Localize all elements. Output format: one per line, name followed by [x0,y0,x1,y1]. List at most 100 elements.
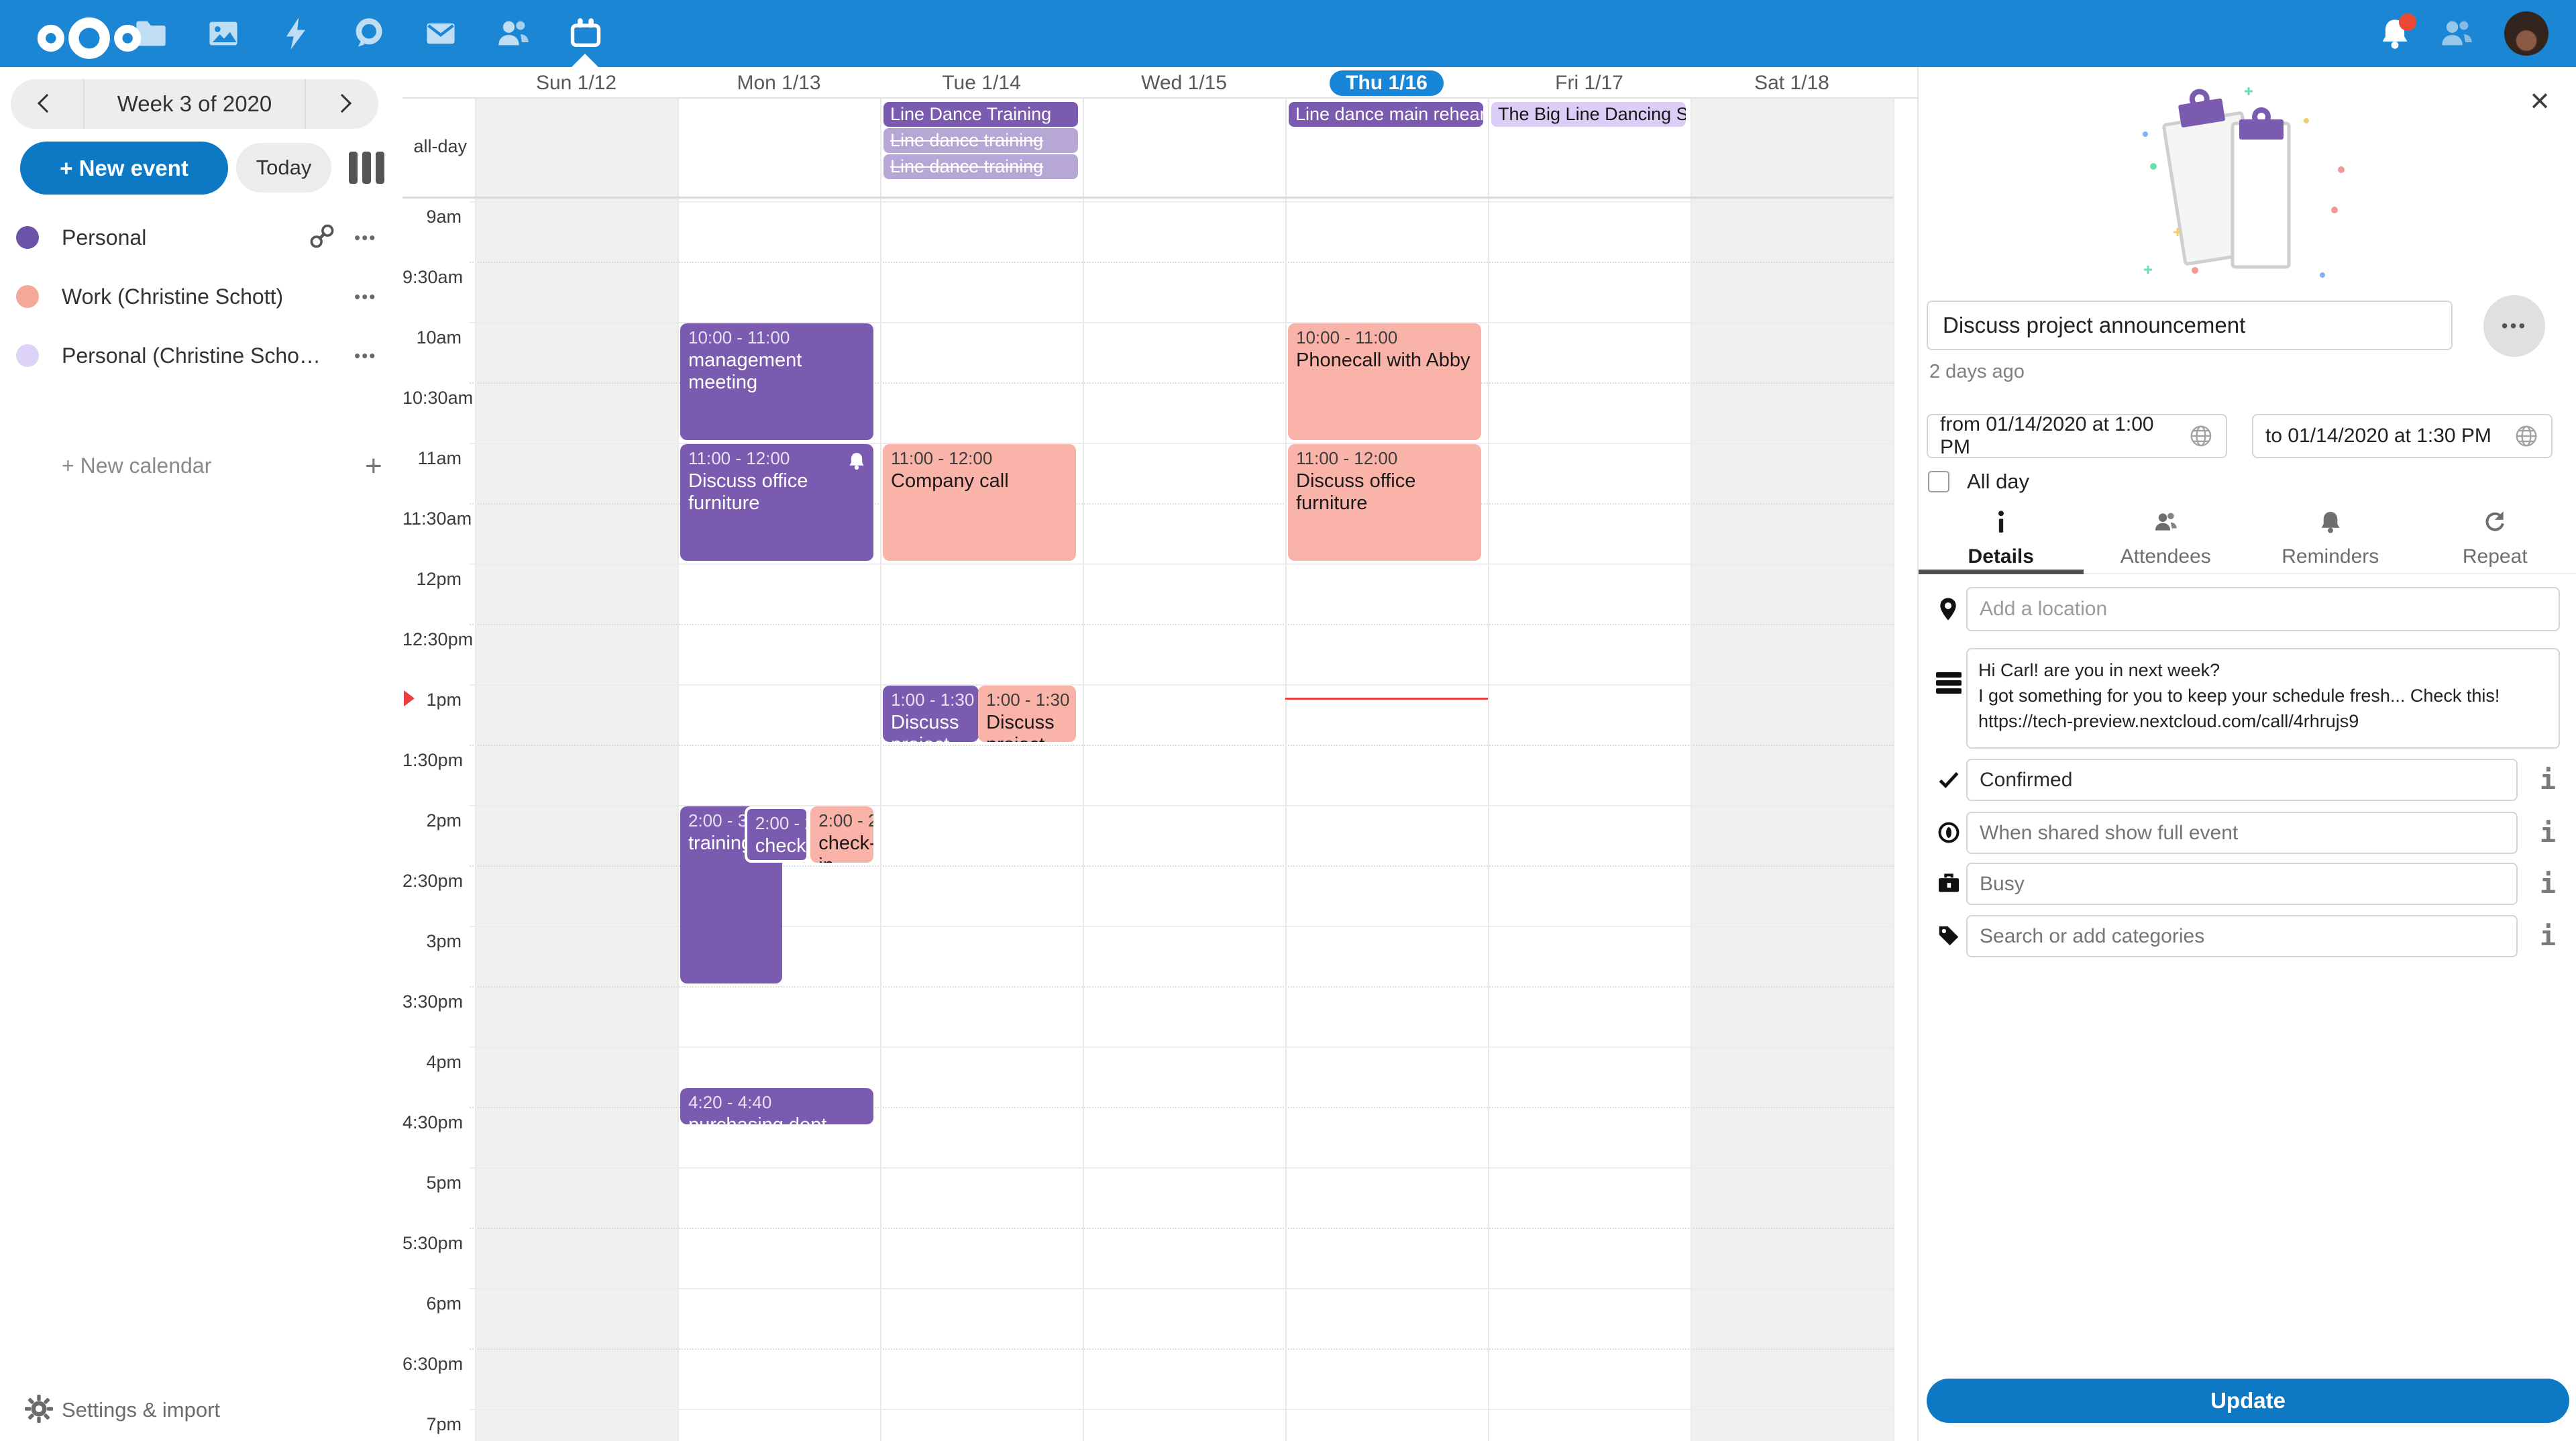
event[interactable]: 11:00 - 12:00Discuss office furniture [680,444,873,561]
app-mail[interactable] [423,16,458,51]
day-header[interactable]: Mon 1/13 [678,67,880,99]
location-input[interactable] [1966,587,2560,631]
calendar-menu-button[interactable]: ••• [354,227,376,248]
calendar-menu-button[interactable]: ••• [354,286,376,307]
event[interactable]: 1:00 - 1:30Discuss project announcement [883,686,979,742]
time-axis-label: 3pm [402,931,462,952]
column-divider [1285,67,1287,1441]
new-event-button[interactable]: + New event [20,142,228,195]
start-datetime-field[interactable]: from 01/14/2020 at 1:00 PM [1927,414,2227,458]
tab-reminders[interactable]: Reminders [2248,504,2413,573]
app-files[interactable] [133,16,168,51]
today-header-pill: Thu 1/16 [1330,70,1444,96]
description-textarea[interactable]: Hi Carl! are you in next week? I got som… [1966,648,2560,749]
event[interactable]: 1:00 - 1:30Discuss project [978,686,1076,742]
user-avatar[interactable] [2504,11,2548,56]
day-header[interactable]: Sat 1/18 [1690,67,1893,99]
event-title-input[interactable] [1927,301,2453,350]
detail-select[interactable]: Busy [1966,863,2518,905]
event[interactable]: 10:00 - 11:00management meeting [680,323,873,440]
app-contacts[interactable] [496,16,531,51]
allday-event[interactable]: Line dance training [883,128,1078,153]
app-talk[interactable] [351,16,386,51]
all-day-checkbox[interactable] [1928,471,1949,492]
event[interactable]: 10:00 - 11:00Phonecall with Abby [1288,323,1481,440]
calendar-list-item[interactable]: Personal••• [0,208,402,267]
tab-details[interactable]: Details [1919,504,2084,573]
allday-event[interactable]: Line dance main rehearsal [1289,102,1483,127]
update-button[interactable]: Update [1927,1379,2569,1423]
description-icon [1936,672,1962,694]
previous-week-button[interactable] [11,79,85,129]
timezone-globe-icon[interactable] [2188,423,2214,449]
detail-select[interactable]: When shared show full event [1966,812,2518,854]
event[interactable]: 11:00 - 12:00Discuss office furniture [1288,444,1481,561]
all-day-toggle[interactable]: All day [1928,470,2029,494]
event-title: Discuss project announcement [891,712,971,742]
more-actions-button[interactable]: ••• [2483,295,2545,357]
settings-import-button[interactable]: Settings & import [0,1390,402,1433]
info-icon[interactable]: i [2533,868,2563,900]
detail-select[interactable]: Confirmed [1966,759,2518,801]
contacts-menu-button[interactable] [2439,16,2474,51]
today-button[interactable]: Today [236,143,331,193]
timezone-globe-icon[interactable] [2514,423,2539,449]
time-axis-label: 4pm [402,1052,462,1073]
tab-repeat[interactable]: Repeat [2413,504,2576,573]
event-time: 4:20 - 4:40 [688,1092,865,1113]
notification-dot [2399,13,2416,31]
event[interactable]: 4:20 - 4:40purchasing dept [680,1088,873,1124]
info-icon[interactable]: i [2533,817,2563,849]
end-datetime-field[interactable]: to 01/14/2020 at 1:30 PM [2252,414,2553,458]
view-toggle-button[interactable] [349,152,389,184]
detail-select[interactable]: Search or add categories [1966,915,2518,957]
time-axis-label: 5:30pm [402,1233,462,1254]
week-label[interactable]: Week 3 of 2020 [85,91,305,117]
event-time: 1:00 - 1:30 [986,690,1068,710]
detail-row: Busyi [1919,863,2576,905]
app-calendar[interactable] [568,16,603,51]
event-time: 1:00 - 1:30 [891,690,971,710]
info-icon[interactable]: i [2533,920,2563,953]
info-icon[interactable]: i [2533,764,2563,796]
time-axis-label: 6:30pm [402,1354,462,1375]
contacts-icon [496,16,531,51]
event[interactable]: 2:00 - 2:30check-in [745,806,810,863]
column-divider [1690,67,1692,1441]
day-header[interactable]: Tue 1/14 [880,67,1083,99]
calendar-menu-button[interactable]: ••• [354,345,376,366]
editor-tabs: DetailsAttendeesRemindersRepeat [1919,504,2576,574]
mail-icon [423,16,458,51]
owner-avatar [307,339,339,372]
grid-line [470,1288,1893,1289]
calendar-list-item[interactable]: Work (Christine Schott)••• [0,267,402,326]
day-header[interactable]: Thu 1/16 [1285,67,1488,99]
time-axis-label: 10:30am [402,388,462,409]
info-icon [1988,509,2014,540]
day-header[interactable]: Sun 1/12 [475,67,678,99]
allday-event[interactable]: Line dance training [883,154,1078,179]
time-axis-label: 11am [402,448,462,469]
calendar-list-item[interactable]: Personal (Christine Scho…••• [0,326,402,385]
grid-line [470,201,1893,203]
app-activity[interactable] [278,16,313,51]
tab-attendees[interactable]: Attendees [2084,504,2249,573]
day-header[interactable]: Wed 1/15 [1083,67,1285,99]
nextcloud-calendar-app: Week 3 of 2020 + New event Today Persona… [0,0,2576,1441]
new-calendar-button[interactable]: + New calendar + [0,448,402,488]
current-time-line [1285,698,1488,700]
allday-event[interactable]: The Big Line Dancing Show [1491,102,1686,127]
grid-line [470,745,1893,746]
app-photos[interactable] [206,16,241,51]
notifications-button[interactable] [2377,16,2412,51]
share-link-icon[interactable] [307,221,339,254]
weekend-shading [475,99,678,1441]
day-header-label: Mon 1/13 [737,72,820,95]
allday-event[interactable]: Line Dance Training [883,102,1078,127]
event[interactable]: 2:00 - 2:30check-in [810,806,873,863]
next-week-button[interactable] [305,79,378,129]
chevron-left-icon [38,93,56,112]
close-editor-button[interactable]: × [2521,82,2559,119]
day-header[interactable]: Fri 1/17 [1488,67,1690,99]
event[interactable]: 11:00 - 12:00Company call [883,444,1076,561]
